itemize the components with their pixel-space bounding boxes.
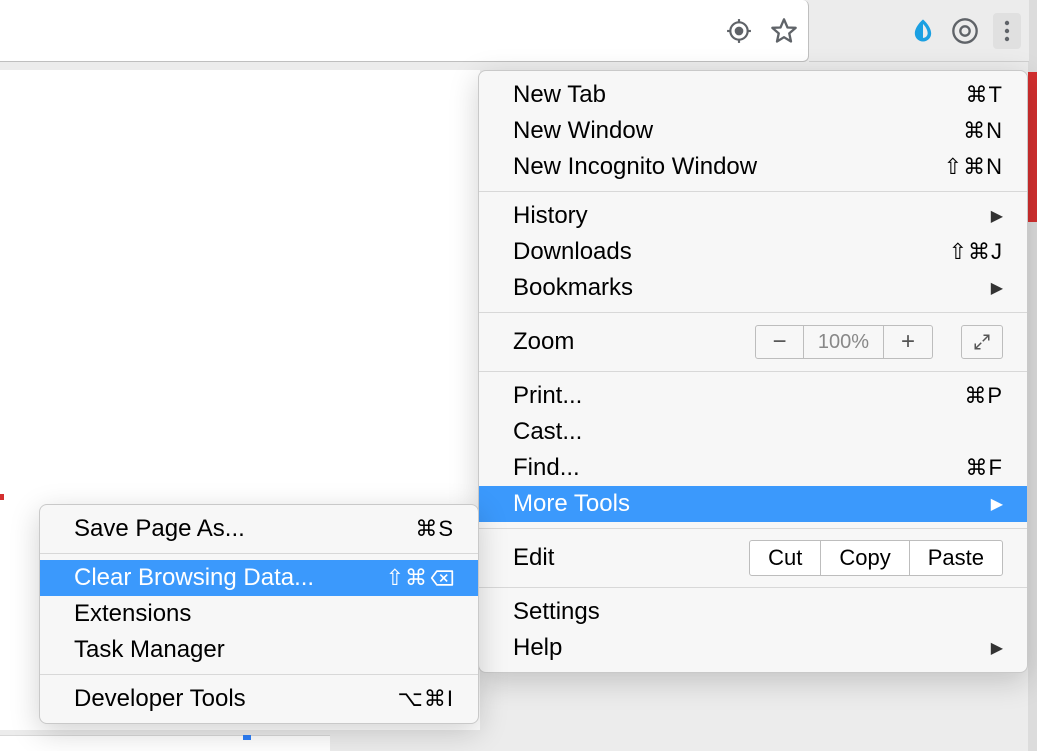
more-tools-submenu: Save Page As... ⌘S Clear Browsing Data..…: [39, 504, 479, 724]
address-bar[interactable]: [0, 0, 809, 62]
menu-print[interactable]: Print... ⌘P: [479, 378, 1027, 414]
menu-downloads[interactable]: Downloads ⇧⌘J: [479, 234, 1027, 270]
menu-label: Save Page As...: [74, 515, 415, 543]
delete-icon: [430, 569, 454, 587]
menu-label: Cast...: [513, 418, 1003, 446]
toolbar-right: [809, 0, 1029, 62]
menu-label: History: [513, 202, 991, 230]
submenu-arrow-icon: ▶: [991, 206, 1003, 226]
submenu-save-page[interactable]: Save Page As... ⌘S: [40, 511, 478, 547]
edit-label: Edit: [513, 544, 749, 572]
menu-shortcut: ⇧⌘J: [949, 239, 1003, 265]
menu-shortcut: ⇧⌘N: [944, 154, 1003, 180]
menu-shortcut: ⌘N: [963, 118, 1003, 144]
kebab-menu-icon[interactable]: [993, 13, 1021, 49]
s-extension-icon[interactable]: [909, 17, 937, 45]
menu-label: New Incognito Window: [513, 153, 944, 181]
zoom-in-button[interactable]: +: [884, 326, 932, 358]
zoom-out-button[interactable]: −: [756, 326, 804, 358]
menu-separator: [479, 371, 1027, 372]
menu-label: Clear Browsing Data...: [74, 564, 386, 592]
zoom-controls: − 100% +: [755, 325, 933, 359]
menu-shortcut: ⌘P: [964, 383, 1003, 409]
menu-settings[interactable]: Settings: [479, 594, 1027, 630]
menu-label: More Tools: [513, 490, 991, 518]
menu-new-incognito[interactable]: New Incognito Window ⇧⌘N: [479, 149, 1027, 185]
menu-label: Print...: [513, 382, 964, 410]
menu-cast[interactable]: Cast...: [479, 414, 1027, 450]
menu-separator: [479, 528, 1027, 529]
target-icon[interactable]: [726, 18, 752, 44]
menu-label: Find...: [513, 454, 966, 482]
content-marker: [0, 494, 4, 500]
menu-new-window[interactable]: New Window ⌘N: [479, 113, 1027, 149]
menu-separator: [479, 191, 1027, 192]
menu-separator: [479, 587, 1027, 588]
menu-label: New Window: [513, 117, 963, 145]
menu-shortcut: ⌘T: [966, 82, 1003, 108]
menu-label: New Tab: [513, 81, 966, 109]
menu-more-tools[interactable]: More Tools ▶: [479, 486, 1027, 522]
paste-button[interactable]: Paste: [909, 540, 1003, 576]
shortcut-prefix: ⇧⌘: [386, 565, 428, 591]
menu-help[interactable]: Help ▶: [479, 630, 1027, 666]
star-icon[interactable]: [770, 17, 798, 45]
menu-shortcut: ⇧⌘: [386, 565, 454, 591]
submenu-clear-browsing-data[interactable]: Clear Browsing Data... ⇧⌘: [40, 560, 478, 596]
copy-button[interactable]: Copy: [820, 540, 909, 576]
chrome-main-menu: New Tab ⌘T New Window ⌘N New Incognito W…: [478, 70, 1028, 673]
menu-separator: [40, 553, 478, 554]
menu-find[interactable]: Find... ⌘F: [479, 450, 1027, 486]
submenu-developer-tools[interactable]: Developer Tools ⌥⌘I: [40, 681, 478, 717]
zoom-label: Zoom: [513, 328, 755, 356]
menu-separator: [479, 312, 1027, 313]
menu-shortcut: ⌥⌘I: [398, 686, 454, 712]
menu-label: Bookmarks: [513, 274, 991, 302]
edit-buttons: Cut Copy Paste: [749, 540, 1003, 576]
menu-label: Task Manager: [74, 636, 454, 664]
fullscreen-button[interactable]: [961, 325, 1003, 359]
menu-separator: [40, 674, 478, 675]
menu-label: Downloads: [513, 238, 949, 266]
cut-button[interactable]: Cut: [749, 540, 821, 576]
loading-indicator: [243, 735, 251, 740]
submenu-arrow-icon: ▶: [991, 494, 1003, 514]
zoom-value: 100%: [804, 326, 884, 358]
menu-zoom-row: Zoom − 100% +: [479, 319, 1027, 365]
menu-label: Help: [513, 634, 991, 662]
menu-label: Developer Tools: [74, 685, 398, 713]
submenu-arrow-icon: ▶: [991, 638, 1003, 658]
menu-history[interactable]: History ▶: [479, 198, 1027, 234]
menu-shortcut: ⌘F: [966, 455, 1003, 481]
menu-shortcut: ⌘S: [415, 516, 454, 542]
background-red-strip: [1028, 72, 1037, 222]
submenu-task-manager[interactable]: Task Manager: [40, 632, 478, 668]
submenu-arrow-icon: ▶: [991, 278, 1003, 298]
submenu-extensions[interactable]: Extensions: [40, 596, 478, 632]
menu-new-tab[interactable]: New Tab ⌘T: [479, 77, 1027, 113]
menu-label: Settings: [513, 598, 1003, 626]
menu-bookmarks[interactable]: Bookmarks ▶: [479, 270, 1027, 306]
status-bar: [0, 735, 330, 751]
menu-label: Extensions: [74, 600, 454, 628]
menu-edit-row: Edit Cut Copy Paste: [479, 535, 1027, 581]
password-manager-icon[interactable]: [951, 17, 979, 45]
